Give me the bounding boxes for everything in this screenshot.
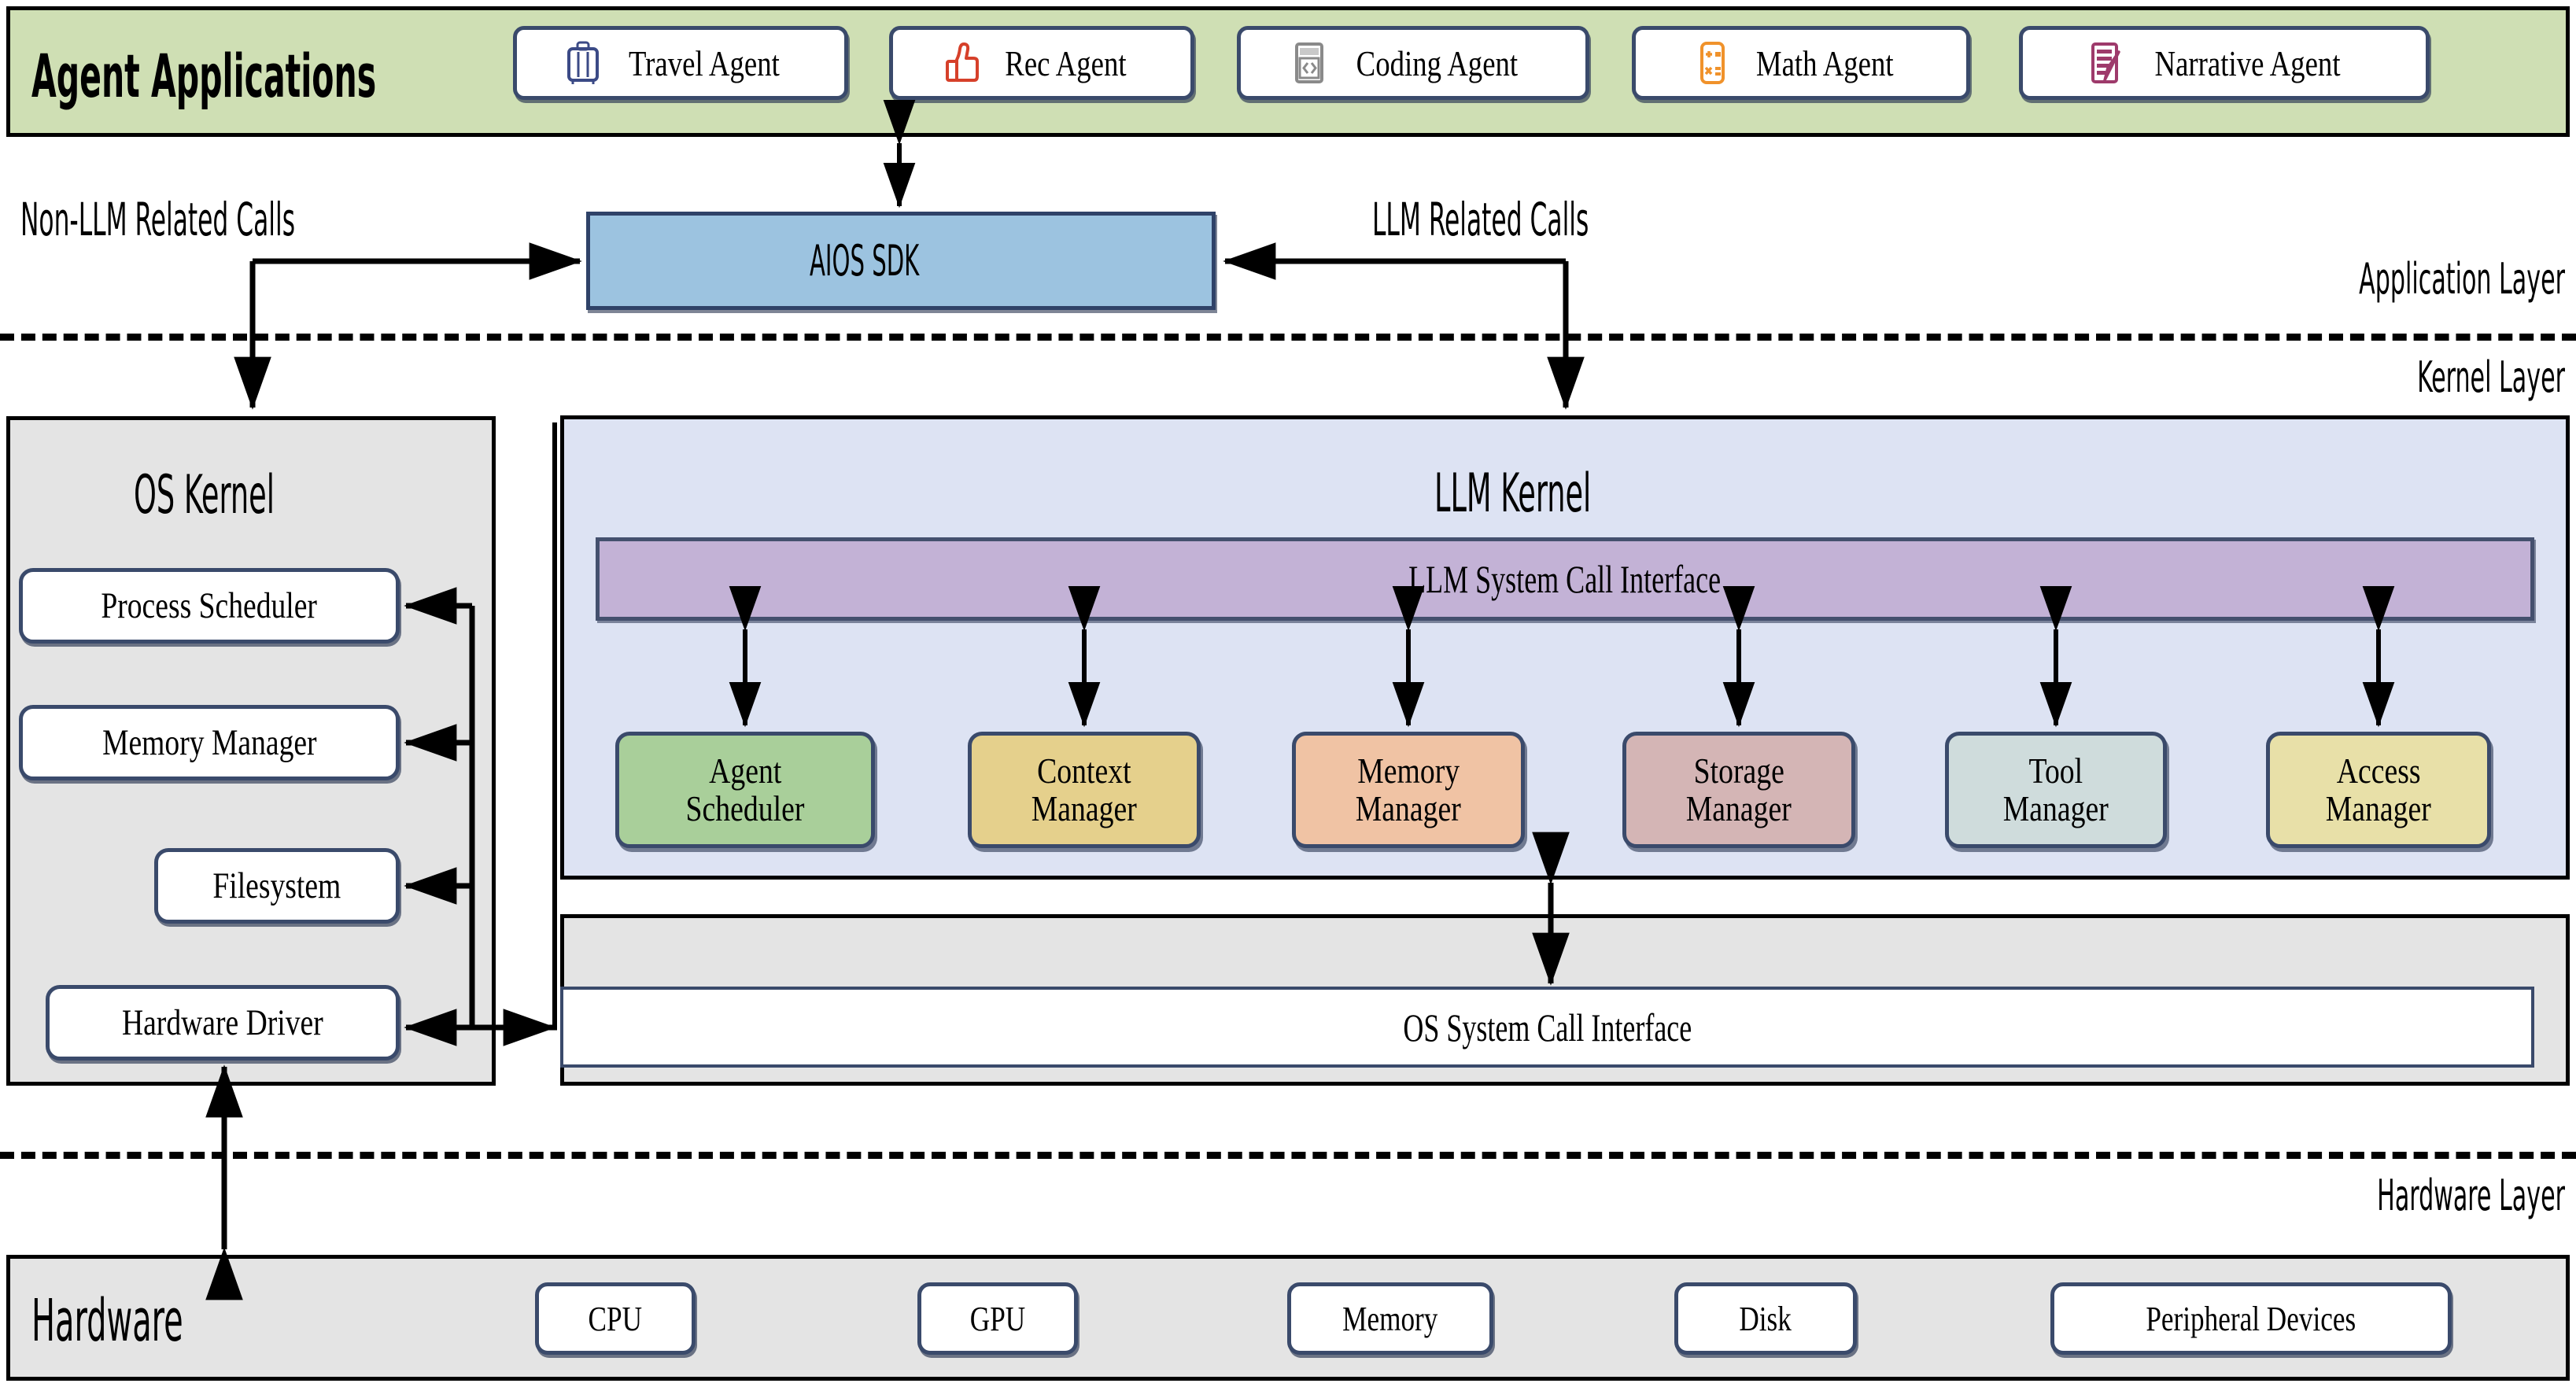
manager-label-line1: Context [1037,751,1131,791]
llm-manager-access-manager[interactable]: Access Manager [2266,732,2491,848]
os-component-hardware-driver[interactable]: Hardware Driver [46,985,400,1061]
os-component-label: Process Scheduler [101,585,318,626]
hardware-device-peripheral[interactable]: Peripheral Devices [2050,1282,2452,1355]
manager-label-line2: Manager [1355,788,1462,828]
os-component-label: Filesystem [212,865,341,906]
hardware-device-label: CPU [588,1299,643,1338]
layer-label-kernel: Kernel Layer [2417,352,2565,402]
hardware-device-label: Memory [1342,1299,1438,1338]
agent-chip-travel[interactable]: Travel Agent [513,26,848,100]
manager-label-line2: Manager [2325,788,2432,828]
manager-label-line1: Storage [1693,751,1784,791]
layer-label-hardware: Hardware Layer [2377,1171,2565,1220]
architecture-diagram: Agent Applications Travel Agent Rec Agen… [0,0,2576,1387]
suitcase-icon [563,41,603,85]
agent-label: Coding Agent [1356,42,1518,83]
hardware-title: Hardware [31,1287,183,1355]
os-component-label: Hardware Driver [122,1002,323,1043]
llm-manager-context-manager[interactable]: Context Manager [968,732,1201,848]
agent-label: Narrative Agent [2154,42,2342,83]
llm-system-call-interface[interactable]: LLM System Call Interface [596,537,2534,621]
manager-label-line1: Access [2336,751,2421,791]
aios-sdk-label: AIOS SDK [809,236,920,286]
calculator-icon [1692,41,1733,85]
llm-manager-agent-scheduler[interactable]: Agent Scheduler [615,732,875,848]
os-component-process-scheduler[interactable]: Process Scheduler [19,568,400,644]
manager-label-line2: Scheduler [685,788,805,828]
hardware-device-label: Disk [1739,1299,1792,1338]
os-system-call-interface[interactable]: OS System Call Interface [560,987,2534,1068]
os-kernel-title: OS Kernel [133,464,275,526]
llm-manager-tool-manager[interactable]: Tool Manager [1945,732,2167,848]
llm-syscall-label: LLM System Call Interface [1408,557,1722,601]
hardware-device-label: Peripheral Devices [2146,1299,2356,1338]
agent-label: Math Agent [1755,42,1894,83]
os-component-memory-manager[interactable]: Memory Manager [19,705,400,780]
agent-chip-narrative[interactable]: Narrative Agent [2019,26,2430,100]
manager-label-line1: Tool [2028,751,2083,791]
llm-manager-memory-manager[interactable]: Memory Manager [1292,732,1525,848]
non-llm-related-calls-label: Non-LLM Related Calls [20,193,296,246]
llm-kernel-title: LLM Kernel [1434,463,1592,525]
llm-manager-storage-manager[interactable]: Storage Manager [1622,732,1855,848]
hardware-device-disk[interactable]: Disk [1674,1282,1857,1355]
agent-chip-coding[interactable]: Coding Agent [1237,26,1589,100]
manager-label-line2: Manager [1031,788,1138,828]
hardware-device-cpu[interactable]: CPU [535,1282,696,1355]
manager-label-line2: Manager [2002,788,2109,828]
hardware-device-label: GPU [969,1299,1026,1338]
agent-chip-rec[interactable]: Rec Agent [889,26,1194,100]
agent-label: Rec Agent [1004,42,1127,83]
manager-label-line1: Memory [1357,751,1460,791]
thumbs-up-icon [943,41,984,85]
os-syscall-label: OS System Call Interface [1403,1005,1692,1049]
agent-chip-math[interactable]: Math Agent [1632,26,1970,100]
hardware-device-memory[interactable]: Memory [1287,1282,1493,1355]
manager-label-line2: Manager [1685,788,1792,828]
notepad-pen-icon [2084,41,2125,85]
aios-sdk-box[interactable]: AIOS SDK [586,212,1216,310]
layer-label-application: Application Layer [2359,254,2565,304]
llm-related-calls-label: LLM Related Calls [1372,193,1589,246]
code-window-icon [1289,41,1330,85]
agent-label: Travel Agent [629,42,780,83]
os-component-filesystem[interactable]: Filesystem [154,848,400,924]
os-component-label: Memory Manager [101,722,317,763]
divider-application-kernel [0,334,2576,341]
hardware-device-gpu[interactable]: GPU [917,1282,1078,1355]
manager-label-line1: Agent [708,751,782,791]
divider-kernel-hardware [0,1152,2576,1159]
